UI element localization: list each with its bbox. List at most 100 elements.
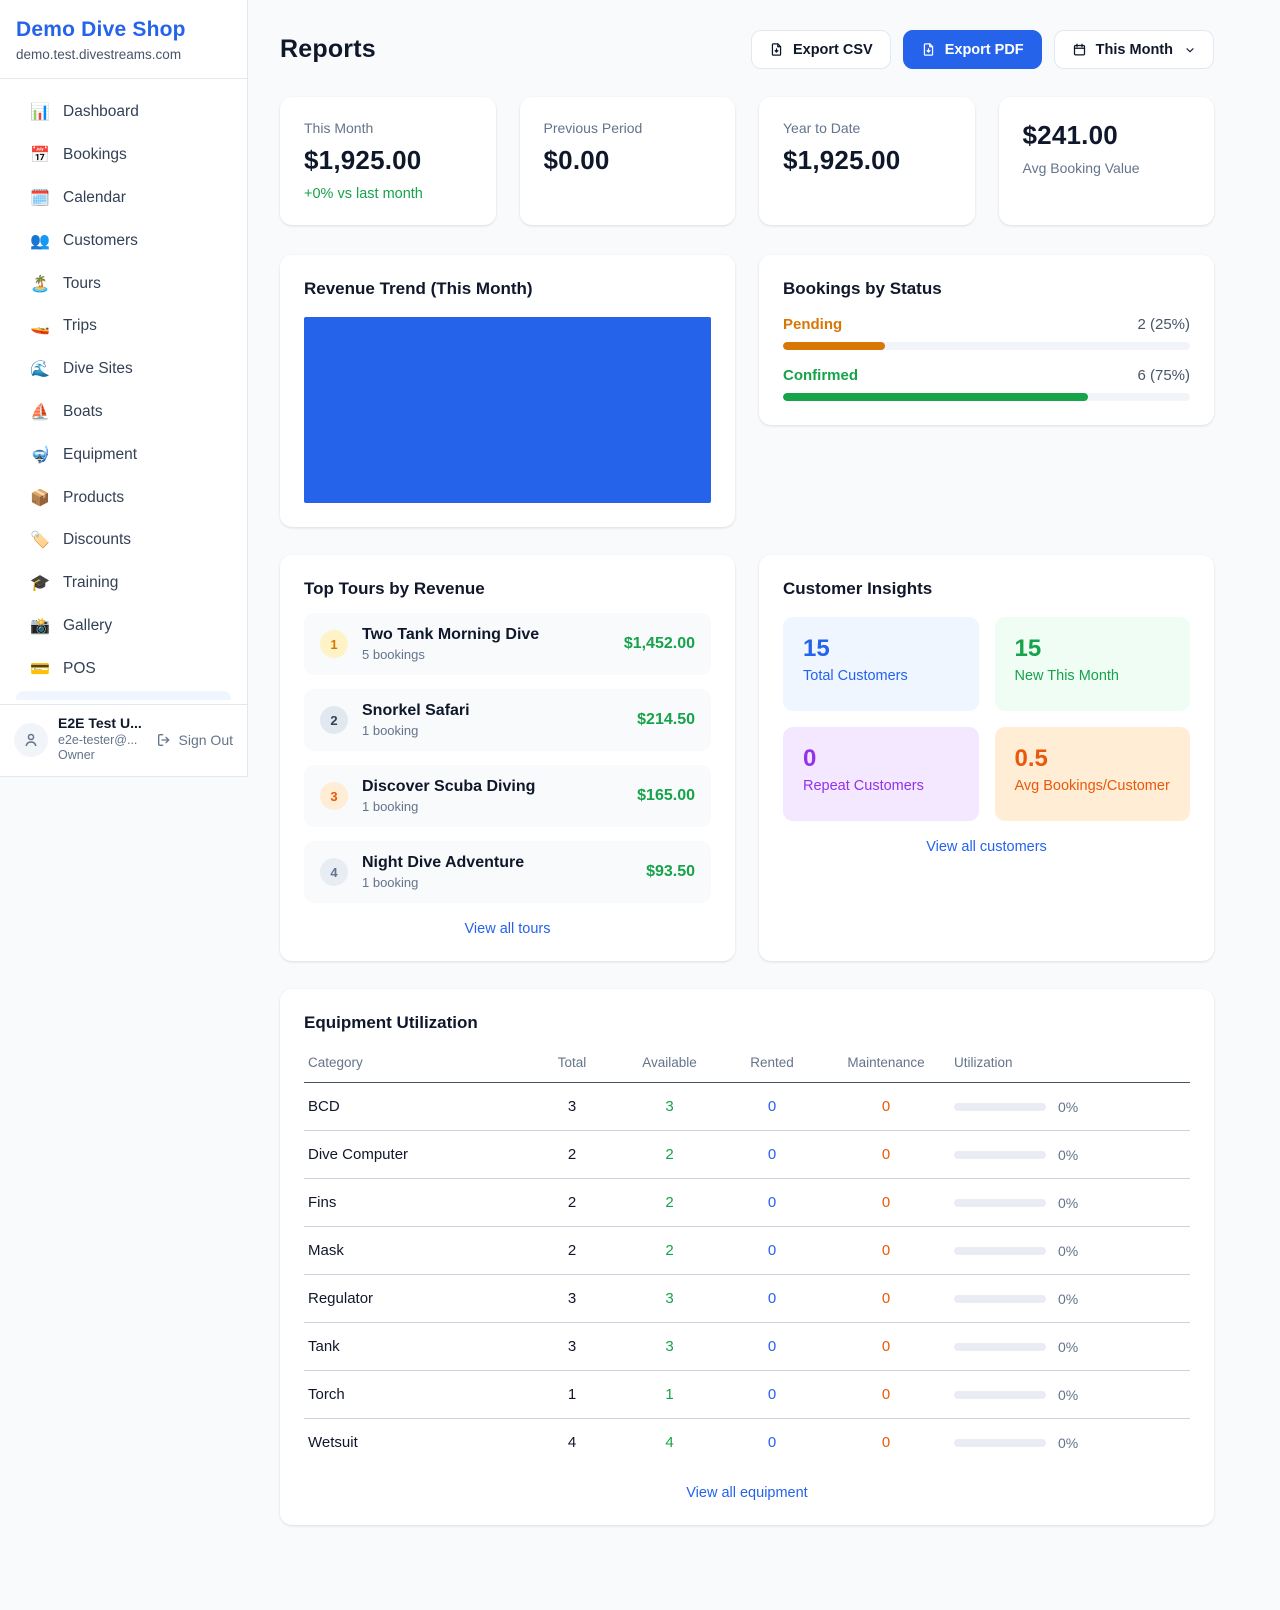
utilization-pct: 0% [1058,1147,1078,1163]
sidebar-item-label: Bookings [63,146,127,164]
tour-row: 2 Snorkel Safari 1 booking $214.50 [304,689,711,751]
stat-label: Previous Period [544,120,712,136]
export-csv-button[interactable]: Export CSV [751,30,891,69]
sidebar-item-gallery[interactable]: 📸Gallery [8,605,239,648]
sidebar-item-trips[interactable]: 🚤Trips [8,305,239,348]
rank-badge: 2 [320,706,348,734]
col-total: Total [527,1047,617,1083]
status-bar-fill [783,393,1088,401]
top-tours-card: Top Tours by Revenue 1 Two Tank Morning … [280,555,735,961]
cell-maintenance: 0 [822,1323,950,1371]
insight-value: 0 [803,745,959,773]
cell-available: 3 [617,1083,722,1131]
user-email: e2e-tester@... [58,733,142,749]
cell-total: 2 [527,1179,617,1227]
sidebar-item-label: Equipment [63,446,137,464]
cell-maintenance: 0 [822,1275,950,1323]
sidebar-item-bookings[interactable]: 📅Bookings [8,134,239,177]
stat-card-previous-period: Previous Period $0.00 [520,97,736,225]
insight-total-customers: 15 Total Customers [783,617,979,711]
utilization-bar [954,1247,1046,1255]
brand[interactable]: Demo Dive Shop demo.test.divestreams.com [0,0,247,79]
insight-value: 15 [803,635,959,663]
rank-badge: 1 [320,630,348,658]
sidebar-item-products[interactable]: 📦Products [8,476,239,519]
sidebar-item-calendar[interactable]: 🗓️Calendar [8,177,239,220]
stat-value: $1,925.00 [304,145,472,176]
export-pdf-label: Export PDF [945,42,1024,58]
export-pdf-button[interactable]: Export PDF [903,30,1042,69]
chevron-down-icon [1184,44,1196,56]
stat-label: Year to Date [783,120,951,136]
stat-value: $241.00 [1023,120,1191,151]
bookings-status-card: Bookings by Status Pending 2 (25%) Confi… [759,255,1214,425]
table-row: BCD 3 3 0 0 0% [304,1083,1190,1131]
sidebar-item-boats[interactable]: ⛵Boats [8,391,239,434]
sidebar-item-customers[interactable]: 👥Customers [8,219,239,262]
insight-avg-bookings: 0.5 Avg Bookings/Customer [995,727,1191,821]
stat-label: Avg Booking Value [1023,160,1191,176]
sidebar-item-label: Gallery [63,617,112,635]
utilization-pct: 0% [1058,1435,1078,1451]
cell-maintenance: 0 [822,1131,950,1179]
calendar-icon: 🗓️ [30,188,50,208]
cell-available: 2 [617,1227,722,1275]
period-select[interactable]: This Month [1054,30,1214,69]
stat-value: $1,925.00 [783,145,951,176]
cell-category: Tank [304,1323,527,1371]
cell-category: Fins [304,1179,527,1227]
sidebar-item-pos[interactable]: 💳POS [8,647,239,690]
cell-total: 3 [527,1323,617,1371]
sidebar-item-label: Boats [63,403,103,421]
view-all-tours-link[interactable]: View all tours [304,921,711,937]
stat-card-avg-booking-value: $241.00 Avg Booking Value [999,97,1215,225]
trips-icon: 🚤 [30,316,50,336]
tour-bookings: 5 bookings [362,647,539,662]
tour-amount: $1,452.00 [624,635,695,653]
sidebar-item-dive-sites[interactable]: 🌊Dive Sites [8,348,239,391]
utilization-bar [954,1391,1046,1399]
sign-out-button[interactable]: Sign Out [156,732,233,748]
sign-out-icon [156,732,172,748]
cell-rented: 0 [722,1323,822,1371]
dashboard-icon: 📊 [30,102,50,122]
page-title: Reports [280,35,376,64]
insight-label: Repeat Customers [803,778,959,794]
sidebar-item-tours[interactable]: 🏝️Tours [8,262,239,305]
insight-value: 0.5 [1015,745,1171,773]
lists-row: Top Tours by Revenue 1 Two Tank Morning … [280,555,1214,961]
sidebar-item-discounts[interactable]: 🏷️Discounts [8,519,239,562]
user-role: Owner [58,748,142,764]
brand-name[interactable]: Demo Dive Shop [16,18,231,42]
bookings-status-title: Bookings by Status [783,279,1190,299]
stats-row: This Month $1,925.00 +0% vs last month P… [280,97,1214,225]
sidebar-item-reports-partial[interactable] [16,691,231,700]
stat-label: This Month [304,120,472,136]
cell-rented: 0 [722,1227,822,1275]
discounts-icon: 🏷️ [30,530,50,550]
brand-domain: demo.test.divestreams.com [16,47,231,62]
col-utilization: Utilization [950,1047,1190,1083]
view-all-customers-link[interactable]: View all customers [783,839,1190,855]
insight-repeat-customers: 0 Repeat Customers [783,727,979,821]
equipment-title: Equipment Utilization [304,1013,1190,1033]
tour-name: Night Dive Adventure [362,854,524,872]
col-category: Category [304,1047,527,1083]
cell-maintenance: 0 [822,1083,950,1131]
cell-available: 2 [617,1179,722,1227]
table-row: Tank 3 3 0 0 0% [304,1323,1190,1371]
tour-bookings: 1 booking [362,799,535,814]
dive-sites-icon: 🌊 [30,359,50,379]
cell-total: 3 [527,1275,617,1323]
tours-icon: 🏝️ [30,274,50,294]
sidebar-item-dashboard[interactable]: 📊Dashboard [8,91,239,134]
utilization-pct: 0% [1058,1195,1078,1211]
sidebar-item-training[interactable]: 🎓Training [8,562,239,605]
status-bar-track [783,393,1190,401]
view-all-equipment-link[interactable]: View all equipment [304,1485,1190,1501]
utilization-bar [954,1199,1046,1207]
sidebar-item-equipment[interactable]: 🤿Equipment [8,433,239,476]
insight-label: New This Month [1015,668,1171,684]
sidebar-item-label: Training [63,574,118,592]
insight-label: Avg Bookings/Customer [1015,778,1171,794]
